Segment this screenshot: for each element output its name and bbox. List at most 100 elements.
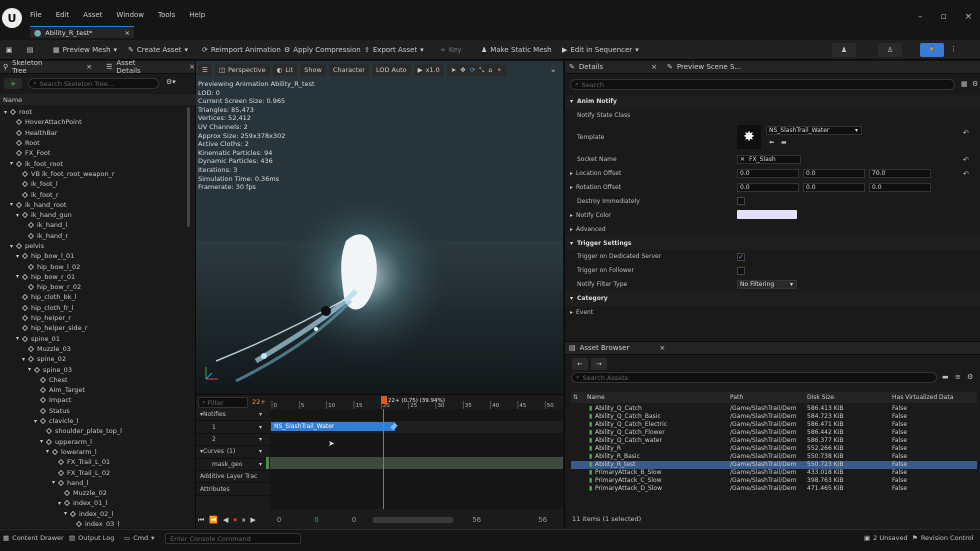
bone-tree-item[interactable]: hip_helper_r (0, 313, 186, 323)
browse-folder-icon[interactable]: ▬ (781, 139, 787, 146)
bone-tree-item[interactable]: hip_bow_r_02 (0, 282, 186, 292)
edit-in-sequencer-button[interactable]: ▶ Edit in Sequencer ▾ (562, 40, 639, 60)
bone-tree-item[interactable]: Impact (0, 395, 186, 405)
skip-to-start-icon[interactable]: ⏮ (198, 516, 204, 525)
play-icon[interactable]: ▶ (250, 516, 255, 524)
curves-track[interactable]: ▾ Curves (1) ▾ (196, 446, 270, 459)
content-drawer-button[interactable]: ▦ Content Drawer (3, 534, 64, 542)
reimport-button[interactable]: ⟳ Reimport Animation (202, 40, 281, 60)
asset-row[interactable]: ▮ Ability_Q_Catch_Flower/Game/SlashTrail/… (571, 428, 977, 436)
lit-button[interactable]: ◐ Lit (272, 64, 298, 76)
bone-tree-item[interactable]: ▾ index_01_l (0, 498, 186, 508)
snap-icon[interactable]: ⚬ (497, 66, 502, 74)
reset-icon[interactable]: ↶ (963, 156, 969, 164)
rotation-x-field[interactable]: 0.0 (737, 182, 799, 192)
folder-icon[interactable]: ▬ (942, 373, 949, 381)
reset-icon[interactable]: ↶ (963, 170, 969, 178)
category-category[interactable]: ▾ Category (565, 291, 980, 306)
track-options-icon[interactable]: ▾ (259, 436, 262, 443)
save-icon[interactable]: ▣ (4, 44, 14, 55)
bone-tree-item[interactable]: hip_cloth_bk_l (0, 292, 186, 302)
bone-tree-item[interactable]: ▾ spine_03 (0, 364, 186, 374)
asset-row[interactable]: ▮ Ability_Q_Catch_water/Game/SlashTrail/D… (571, 436, 977, 444)
rotation-y-field[interactable]: 0.0 (803, 182, 865, 192)
step-back-icon[interactable]: ⏪ (209, 516, 218, 524)
rotate-icon[interactable]: ⟳ (470, 66, 475, 74)
use-selected-icon[interactable]: ⬅ (769, 139, 774, 146)
add-button[interactable]: + (4, 78, 22, 89)
preview-mesh-button[interactable]: ▦ Preview Mesh ▾ (53, 40, 117, 60)
unreal-logo-icon[interactable]: U (2, 8, 22, 28)
bone-tree-item[interactable]: HoverAttachPoint (0, 117, 186, 127)
bone-tree-item[interactable]: ik_foot_l (0, 179, 186, 189)
bone-tree-item[interactable]: ▾ hip_bow_r_01 (0, 272, 186, 282)
asset-row[interactable]: ▮ Ability_Q_Catch_Electric/Game/SlashTrai… (571, 420, 977, 428)
settings-gear-icon[interactable]: ⚙ (967, 373, 973, 381)
notify-filter-dropdown[interactable]: No Filtering ▾ (737, 279, 797, 289)
camera-icon[interactable]: ⌂ (488, 66, 492, 74)
select-icon[interactable]: ➤ (451, 66, 456, 74)
apply-compression-button[interactable]: ⚙ Apply Compression (284, 40, 361, 60)
attributes-track[interactable]: Attributes (196, 483, 270, 496)
show-button[interactable]: Show (300, 64, 326, 76)
bone-tree-item[interactable]: ▾ spine_01 (0, 334, 186, 344)
track-filter-input[interactable]: ⌕ Filter (198, 397, 248, 408)
template-asset-picker[interactable]: NS_SlashTrail_Water ▾ (766, 125, 862, 135)
bone-tree-item[interactable]: VB ik_foot_root_weapon_r (0, 169, 186, 179)
trigger-dedicated-checkbox[interactable]: ✓ (737, 253, 745, 262)
tab-preview-scene[interactable]: Preview Scene S... (677, 63, 741, 71)
track-options-icon[interactable]: ▾ (259, 448, 262, 455)
bone-tree-item[interactable]: Muzzle_03 (0, 344, 186, 354)
maximize-icon[interactable]: ▫ (941, 12, 947, 22)
chevron-right-icon[interactable]: ▸ (570, 184, 573, 191)
view-options-icon[interactable]: ⇅ (571, 394, 587, 401)
chevron-right-icon[interactable]: ▸ (570, 170, 573, 177)
bone-tree-item[interactable]: ▾ lowerarm_l (0, 447, 186, 457)
bone-tree-item[interactable]: hip_helper_side_r (0, 323, 186, 333)
bone-tree-item[interactable]: Status (0, 406, 186, 416)
asset-row[interactable]: ▮ Ability_R_Basic/Game/SlashTrail/Dem 550.… (571, 453, 977, 461)
document-tab[interactable]: ⬤ Ability_R_test* × (30, 26, 134, 38)
chevron-down-icon[interactable]: ▾ (4, 109, 10, 116)
revision-control-button[interactable]: ⚑ Revision Control (912, 534, 974, 542)
close-icon[interactable]: × (125, 29, 130, 37)
col-name[interactable]: Name (587, 394, 730, 401)
bone-tree-item[interactable]: Aim_Target (0, 385, 186, 395)
bone-tree-item[interactable]: hip_cloth_fr_l (0, 303, 186, 313)
grid-view-icon[interactable]: ▦ (961, 80, 968, 88)
additive-layer-track[interactable]: Additive Layer Trac (196, 471, 270, 484)
location-y-field[interactable]: 0.0 (803, 168, 865, 178)
bone-tree-item[interactable]: hip_bow_l_02 (0, 261, 186, 271)
export-asset-button[interactable]: ⇪ Export Asset ▾ (364, 40, 424, 60)
unsaved-button[interactable]: ▣ 2 Unsaved (864, 534, 908, 542)
forward-arrow-icon[interactable]: → (591, 358, 607, 370)
create-asset-button[interactable]: ✎ Create Asset ▾ (128, 40, 188, 60)
transport-start[interactable]: 0 (277, 516, 281, 524)
chevron-down-icon[interactable]: ▾ (22, 356, 28, 363)
menu-file[interactable]: File (30, 11, 42, 19)
details-search-input[interactable]: ⌕ Search (570, 79, 955, 90)
menu-help[interactable]: Help (189, 11, 205, 19)
play-reverse-icon[interactable]: ◀ (223, 516, 228, 524)
notifies-track[interactable]: ▾ Notifies ▾ (196, 409, 270, 422)
lod-button[interactable]: LOD Auto (371, 64, 411, 76)
bone-tree-item[interactable]: Root (0, 138, 186, 148)
viewport[interactable]: ☰ ◫ Perspective ◐ Lit Show Character LOD A… (196, 61, 563, 393)
asset-row[interactable]: ▮ Ability_R/Game/SlashTrail/Dem 552.266 Ki… (571, 444, 977, 452)
close-icon[interactable]: × (651, 63, 657, 71)
bone-tree-item[interactable]: ▾ ik_hand_root (0, 200, 186, 210)
scrollbar[interactable] (187, 107, 190, 227)
bone-tree-item[interactable]: ▾ root (0, 107, 186, 117)
col-virtualized[interactable]: Has Virtualized Data (892, 394, 953, 401)
viewport-menu-button[interactable]: ☰ (198, 64, 212, 76)
destroy-immediately-checkbox[interactable] (737, 197, 745, 206)
record-icon[interactable]: ⏺ (233, 516, 237, 525)
bone-tree-item[interactable]: ▾ upperarm_l (0, 437, 186, 447)
clear-icon[interactable]: ✕ (740, 156, 745, 163)
minimize-icon[interactable]: – (918, 12, 923, 22)
chevron-down-icon[interactable]: ▾ (16, 212, 22, 219)
bone-tree-item[interactable]: shoulder_plate_top_l (0, 426, 186, 436)
notify-state-bar[interactable]: NS_SlashTrail_Water (271, 422, 395, 431)
asset-row[interactable]: ▮ Ability_Q_Catch/Game/SlashTrail/Dem 586.… (571, 404, 977, 412)
chevron-right-icon[interactable]: ▸ (570, 212, 573, 219)
